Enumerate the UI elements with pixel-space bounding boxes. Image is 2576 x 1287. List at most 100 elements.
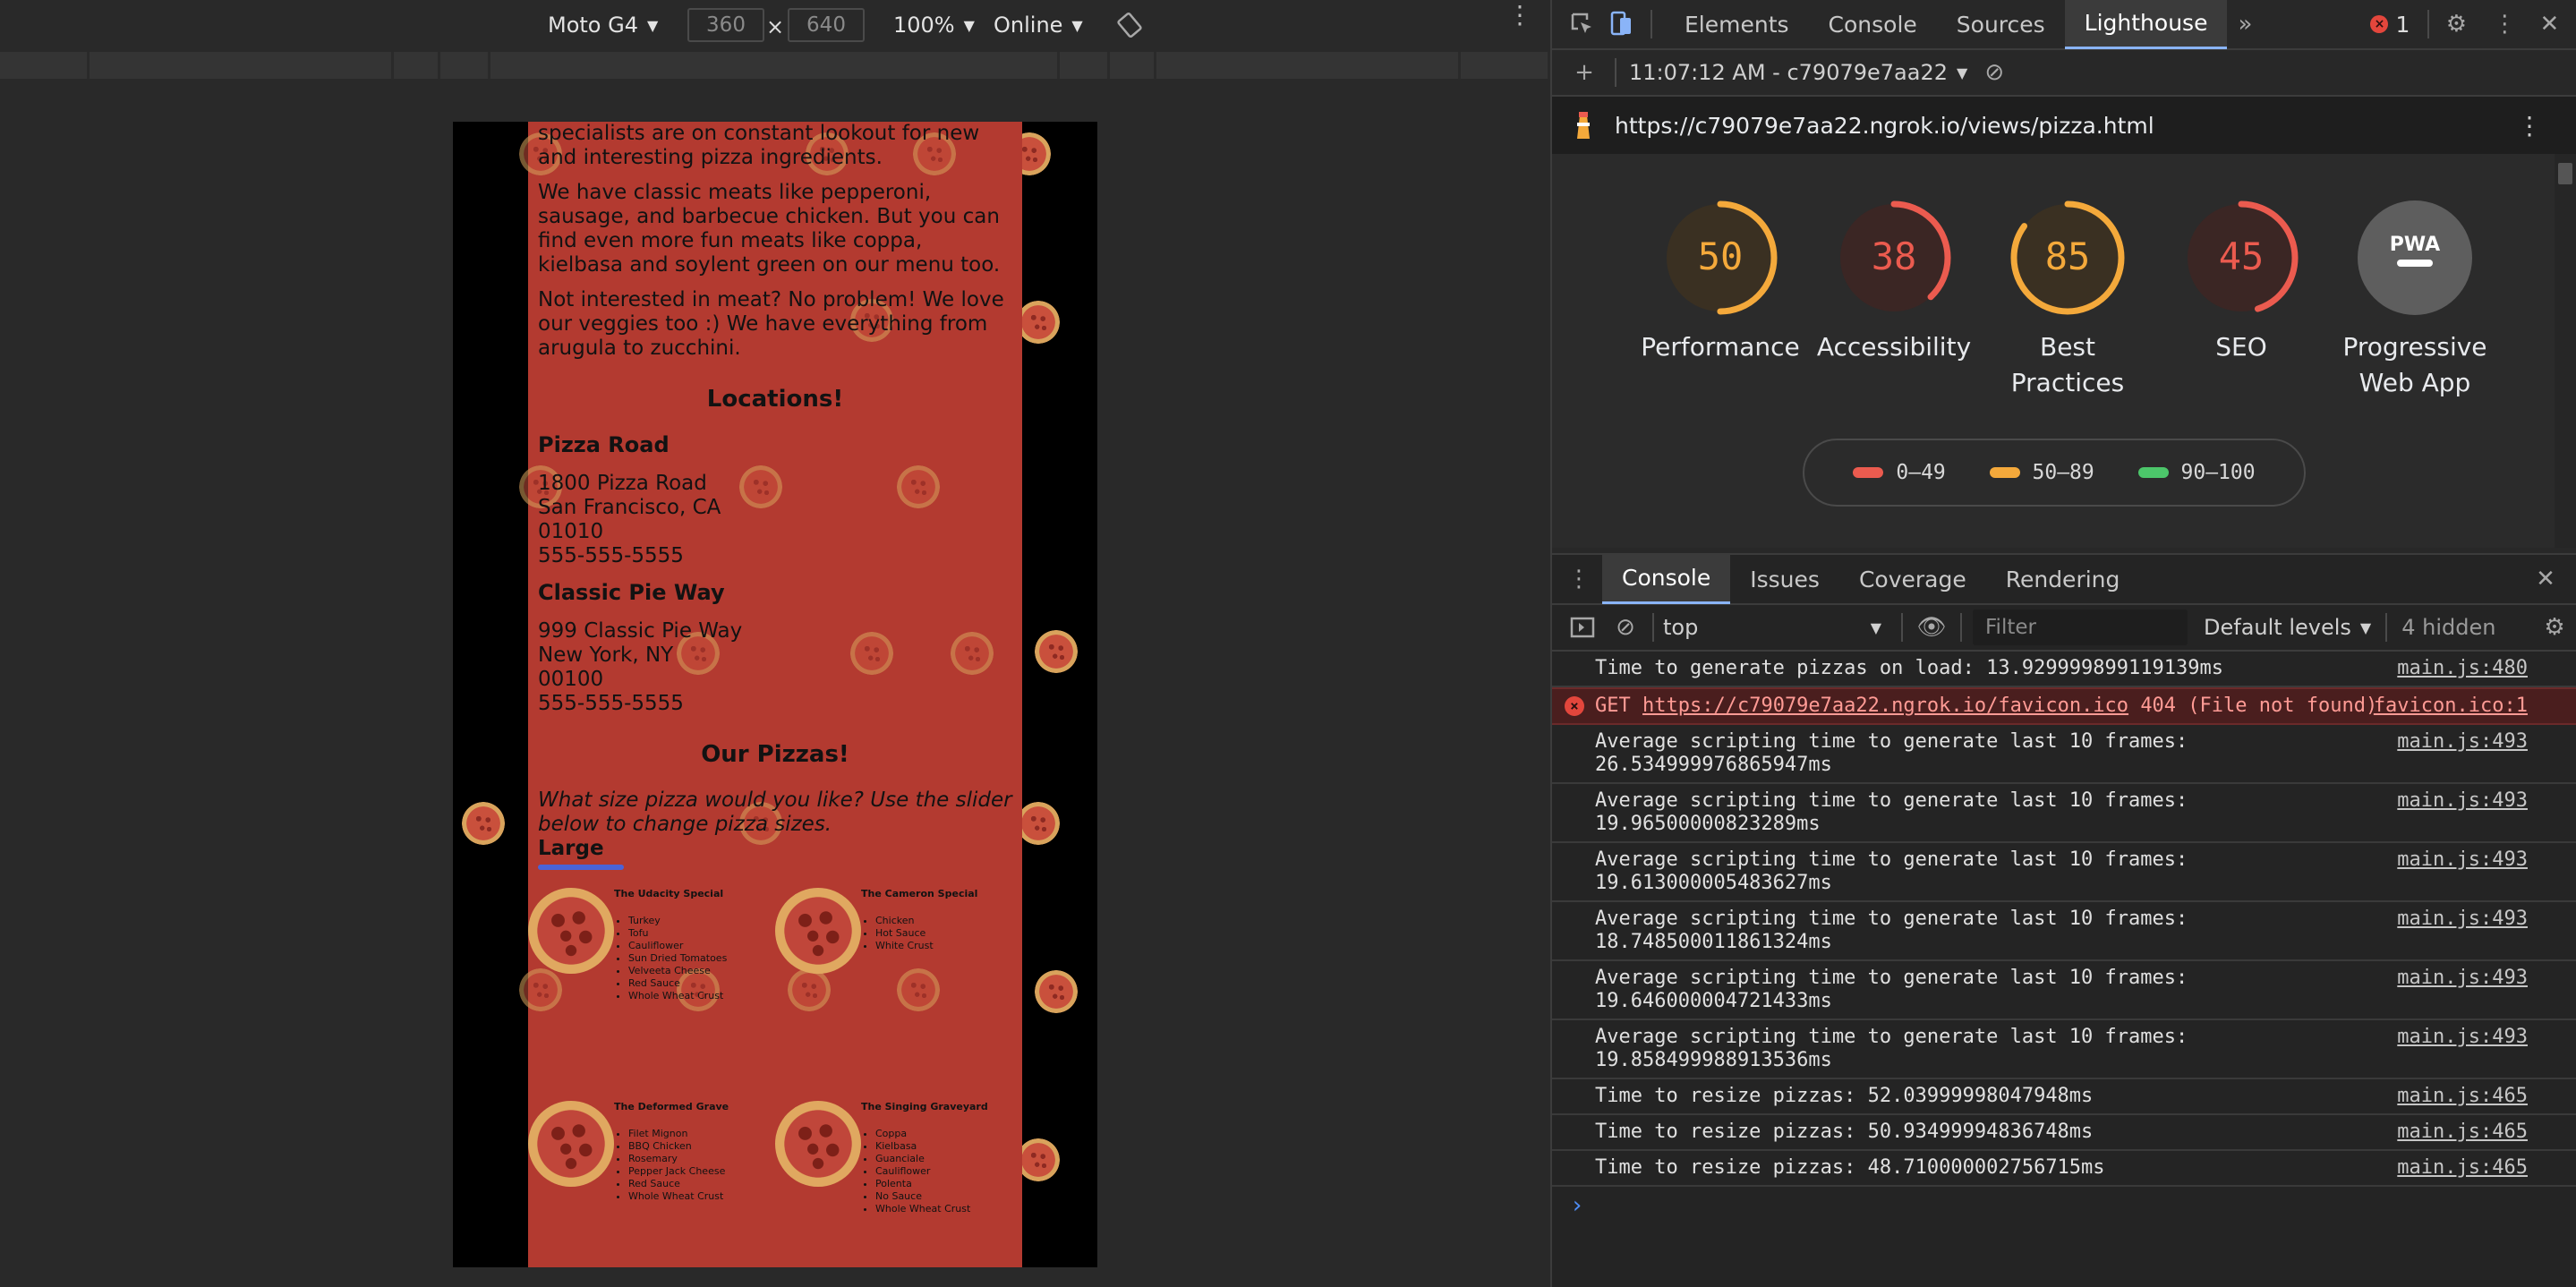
console-message: Time to resize pizzas: 52.03999998047948… [1552, 1079, 2576, 1115]
veggies-paragraph: Not interested in meat? No problem! We l… [538, 288, 1004, 360]
score-value: 50 [1698, 234, 1744, 278]
meats-paragraph: We have classic meats like pepperoni, sa… [538, 181, 1001, 277]
score-gauge[interactable]: 38 Accessibility [1806, 199, 1982, 365]
console-drawer: ⋮ Console Issues Coverage Rendering ✕ ⊘ … [1552, 553, 2576, 1287]
height-input[interactable]: 640 [788, 8, 865, 42]
error-url-link[interactable]: https://c79079e7aa22.ngrok.io/favicon.ic… [1642, 695, 2128, 717]
console-prompt[interactable]: › [1552, 1187, 2576, 1217]
score-ring: PWA [2358, 200, 2472, 315]
report-select[interactable]: 11:07:12 AM - c79079e7aa22 ▼ [1629, 60, 1967, 85]
add-report-icon[interactable]: + [1566, 55, 1602, 90]
message-text: Average scripting time to generate last … [1595, 848, 2188, 894]
clear-icon[interactable]: ⊘ [1976, 55, 2012, 90]
background-pizza-icon [1035, 630, 1078, 673]
ingredient: Guanciale [875, 1153, 970, 1165]
message-source-link[interactable]: favicon.ico:1 [2374, 695, 2528, 718]
error-status: 404 (File not found) [2140, 695, 2378, 717]
tab-lighthouse[interactable]: Lighthouse [2064, 0, 2228, 49]
settings-gear-icon[interactable]: ⚙ [2438, 6, 2474, 42]
log-levels-value: Default levels [2204, 615, 2351, 640]
ingredient: Velveeta Cheese [628, 965, 727, 977]
sidebar-toggle-icon[interactable] [1565, 609, 1600, 645]
ingredient: White Crust [875, 940, 934, 952]
pizza-size-slider[interactable] [538, 865, 624, 870]
more-tabs-icon[interactable]: » [2227, 6, 2263, 42]
close-drawer-icon[interactable]: ✕ [2528, 561, 2563, 597]
message-source-link[interactable]: main.js:493 [2397, 730, 2528, 754]
log-levels-select[interactable]: Default levels ▼ [2204, 615, 2371, 640]
ingredient-list: Turkey Tofu Cauliflower Sun Dried Tomato… [628, 915, 727, 1002]
location-name: Pizza Road [538, 432, 670, 457]
drawer-tab-issues[interactable]: Issues [1730, 554, 1839, 604]
device-select[interactable]: Moto G4 ▼ [548, 13, 658, 38]
score-gauge[interactable]: 45 SEO [2154, 199, 2329, 365]
ingredient: Cauliflower [875, 1165, 970, 1178]
ingredient: Turkey [628, 915, 727, 927]
score-gauge[interactable]: 50 Performance [1633, 199, 1808, 365]
message-source-link[interactable]: main.js:465 [2397, 1085, 2528, 1108]
tab-sources[interactable]: Sources [1937, 0, 2065, 49]
chevron-down-icon: ▼ [2359, 618, 2372, 636]
drawer-tab-coverage[interactable]: Coverage [1839, 554, 1986, 604]
device-toggle-icon[interactable] [1604, 6, 1640, 42]
background-pizza-icon [897, 968, 940, 1011]
background-pizza-icon [1017, 301, 1060, 344]
console-settings-gear-icon[interactable]: ⚙ [2537, 609, 2572, 645]
live-expression-eye-icon[interactable]: 👁 [1914, 609, 1949, 645]
lighthouse-report: 50 Performance 38 Accessibility 85 Best Pract… [1552, 154, 2576, 548]
legend-range: 0–49 [1896, 461, 1946, 484]
more-options-icon[interactable]: ⋮ [2517, 111, 2542, 141]
console-message: Average scripting time to generate last … [1552, 725, 2576, 784]
rotate-icon[interactable] [1115, 11, 1144, 39]
device-viewport[interactable]: specialists are on constant lookout for … [453, 122, 1097, 1267]
address-line: 555-555-5555 [538, 692, 684, 715]
drawer-menu-icon[interactable]: ⋮ [1561, 561, 1597, 597]
message-source-link[interactable]: main.js:480 [2397, 657, 2528, 680]
hidden-count: 4 hidden [2401, 615, 2496, 640]
message-source-link[interactable]: main.js:465 [2397, 1121, 2528, 1144]
message-source-link[interactable]: main.js:493 [2397, 1026, 2528, 1049]
drawer-tab-console[interactable]: Console [1602, 554, 1731, 604]
inspect-element-icon[interactable] [1565, 6, 1600, 42]
media-query-ruler[interactable] [0, 52, 1550, 82]
message-source-link[interactable]: main.js:465 [2397, 1156, 2528, 1180]
score-gauge[interactable]: 85 Best Practices [1980, 199, 2155, 401]
more-options-icon[interactable]: ⋮ [1507, 3, 1532, 28]
ingredient: Hot Sauce [875, 927, 934, 940]
device-name: Moto G4 [548, 13, 638, 38]
ingredient: Kielbasa [875, 1140, 970, 1153]
clear-console-icon[interactable]: ⊘ [1608, 609, 1643, 645]
background-pizza-icon [462, 802, 505, 845]
message-source-link[interactable]: main.js:493 [2397, 848, 2528, 872]
error-icon: × [2370, 15, 2389, 33]
chevron-down-icon: ▼ [1870, 618, 1881, 636]
error-icon: × [1565, 696, 1584, 716]
more-options-icon[interactable]: ⋮ [2486, 6, 2522, 42]
message-text: Average scripting time to generate last … [1595, 908, 2188, 953]
lighthouse-url-bar: https://c79079e7aa22.ngrok.io/views/pizz… [1552, 97, 2576, 154]
address-line: New York, NY [538, 644, 674, 667]
width-input[interactable]: 360 [687, 8, 764, 42]
close-icon[interactable]: ✕ [2531, 6, 2567, 42]
score-gauge[interactable]: PWA Progressive Web App [2327, 199, 2503, 401]
message-text: Time to generate pizzas on load: 13.9299… [1595, 657, 2223, 679]
pizza-image [775, 888, 861, 974]
pizza-name: The Udacity Special [614, 888, 724, 899]
legend-item: 90–100 [2137, 461, 2256, 484]
message-source-link[interactable]: main.js:493 [2397, 908, 2528, 931]
message-source-link[interactable]: main.js:493 [2397, 967, 2528, 990]
tab-elements[interactable]: Elements [1665, 0, 1809, 49]
background-pizza-icon [1035, 970, 1078, 1013]
context-select[interactable]: top ▼ [1663, 615, 1890, 640]
console-filter-input[interactable]: Filter [1973, 609, 2188, 645]
zoom-select[interactable]: 100% ▼ [893, 13, 975, 38]
lighthouse-toolbar: + 11:07:12 AM - c79079e7aa22 ▼ ⊘ [1552, 50, 2576, 97]
ingredient-list: Chicken Hot Sauce White Crust [875, 915, 934, 952]
pwa-badge-icon: PWA [2390, 234, 2440, 256]
message-source-link[interactable]: main.js:493 [2397, 789, 2528, 813]
network-throttle-select[interactable]: Online ▼ [994, 13, 1083, 38]
device-emulation-pane: Moto G4 ▼ 360 × 640 100% ▼ Online ▼ ⋮ sp… [0, 0, 1550, 1287]
error-counter[interactable]: × 1 [2370, 12, 2410, 38]
tab-console[interactable]: Console [1809, 0, 1937, 49]
drawer-tab-rendering[interactable]: Rendering [1986, 554, 2140, 604]
